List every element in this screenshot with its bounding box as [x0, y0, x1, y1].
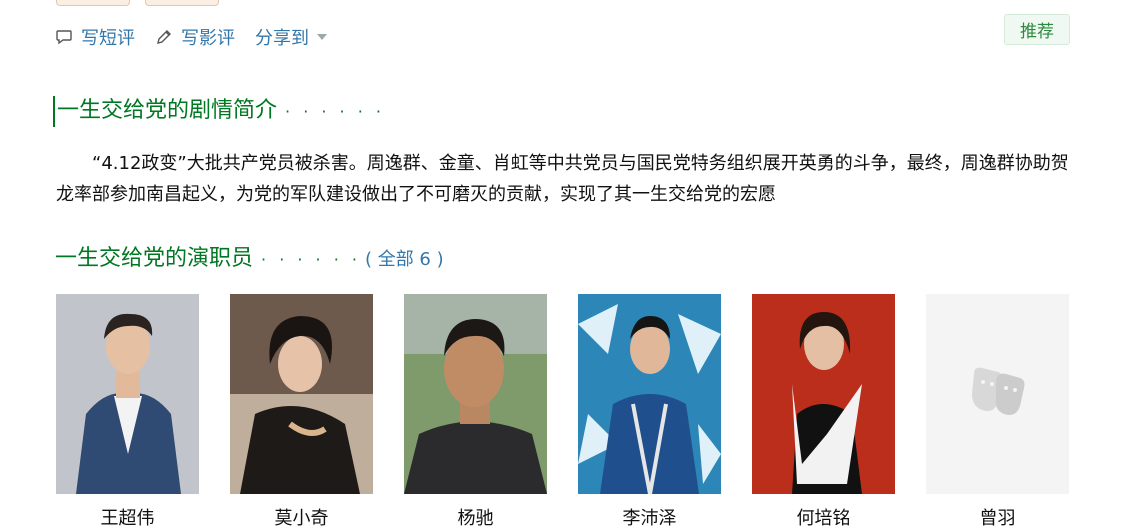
cast-member[interactable]: 李沛泽	[578, 294, 721, 530]
intro-title-dots: · · · · · ·	[285, 102, 385, 121]
share-dropdown[interactable]: 分享到	[255, 24, 335, 50]
write-short-review-link[interactable]: 写短评	[55, 24, 135, 50]
theater-masks-icon	[972, 367, 1025, 415]
cast-photo[interactable]	[56, 294, 199, 494]
write-movie-review-label: 写影评	[181, 28, 235, 49]
all-cast-link[interactable]: ( 全部 6 )	[365, 245, 444, 275]
cast-member[interactable]: 杨驰	[404, 294, 547, 530]
cast-list: 王超伟 莫小奇 杨驰 李沛泽 何培铭 曾羽	[56, 294, 1069, 530]
write-movie-review-link[interactable]: 写影评	[155, 24, 235, 50]
cast-title-dots: · · · · · ·	[261, 250, 361, 269]
cast-name[interactable]: 王超伟	[56, 504, 199, 530]
pencil-icon	[157, 30, 171, 44]
cast-title: 一生交给党的演职员 · · · · · · ( 全部 6 )	[55, 244, 444, 275]
cast-name[interactable]: 莫小奇	[230, 504, 373, 530]
cast-member[interactable]: 莫小奇	[230, 294, 373, 530]
cast-photo[interactable]	[230, 294, 373, 494]
plot-summary: “4.12政变”大批共产党员被杀害。周逸群、金童、肖虹等中共党员与国民党特务组织…	[56, 153, 1069, 205]
cast-photo-placeholder[interactable]	[926, 294, 1069, 494]
cast-name[interactable]: 杨驰	[404, 504, 547, 530]
intro-title-text: 一生交给党的剧情简介	[57, 98, 278, 123]
review-actions: 写短评 写影评 分享到	[55, 24, 355, 50]
comment-icon	[56, 30, 72, 45]
caret-down-icon	[317, 34, 327, 40]
recommend-button[interactable]: 推荐	[1004, 14, 1070, 45]
cast-name[interactable]: 曾羽	[926, 504, 1069, 530]
cast-member[interactable]: 王超伟	[56, 294, 199, 530]
cast-name[interactable]: 李沛泽	[578, 504, 721, 530]
top-button-2[interactable]	[145, 0, 219, 6]
share-label: 分享到	[255, 28, 309, 49]
top-button-1[interactable]	[56, 0, 130, 6]
intro-title: 一生交给党的剧情简介 · · · · · ·	[53, 96, 385, 127]
cast-photo[interactable]	[578, 294, 721, 494]
cast-photo[interactable]	[752, 294, 895, 494]
cast-member[interactable]: 何培铭	[752, 294, 895, 530]
cast-member[interactable]: 曾羽	[926, 294, 1069, 530]
cast-photo[interactable]	[404, 294, 547, 494]
cast-title-text: 一生交给党的演职员	[55, 246, 254, 271]
write-short-review-label: 写短评	[81, 28, 135, 49]
cast-name[interactable]: 何培铭	[752, 504, 895, 530]
